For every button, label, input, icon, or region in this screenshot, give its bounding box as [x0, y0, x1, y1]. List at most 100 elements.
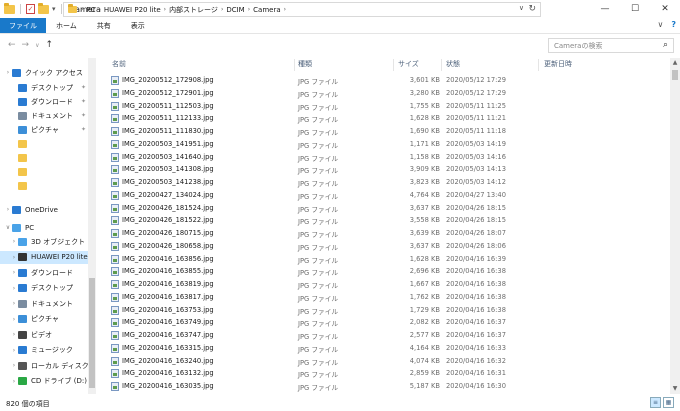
nav-pc-item-5[interactable]: › ピクチャ [0, 313, 92, 326]
nav-pc-item-6[interactable]: › ビデオ [0, 328, 92, 341]
customize-toolbar-icon[interactable]: ▾ [52, 5, 56, 13]
properties-icon[interactable]: ✓ [26, 4, 35, 14]
file-row[interactable]: IMG_20200416_163753.jpg JPG ファイル 1,729 KB 2… [108, 304, 668, 317]
file-row[interactable]: IMG_20200503_141238.jpg JPG ファイル 3,823 KB 2… [108, 176, 668, 189]
jpg-file-icon [111, 318, 119, 328]
maximize-button[interactable]: ☐ [620, 0, 650, 18]
expand-chevron-icon[interactable]: › [4, 69, 12, 76]
nav-quick-item-0[interactable]: デスクトップ ✦ [0, 81, 92, 94]
file-row[interactable]: IMG_20200416_163747.jpg JPG ファイル 2,577 KB 2… [108, 329, 668, 342]
tab-share[interactable]: 共有 [87, 18, 121, 33]
scrollbar-thumb[interactable] [89, 278, 95, 388]
back-icon[interactable]: ← [8, 40, 16, 50]
nav-quick-access[interactable]: › クイック アクセス [0, 66, 92, 79]
file-row[interactable]: IMG_20200416_163817.jpg JPG ファイル 1,762 KB 2… [108, 291, 668, 304]
expand-chevron-icon[interactable]: › [10, 316, 18, 323]
refresh-icon[interactable]: ↻ [528, 4, 536, 14]
nav-pc-item-8[interactable]: › ローカル ディスク (C [0, 359, 92, 372]
minimize-button[interactable]: — [590, 0, 620, 18]
expand-chevron-icon[interactable]: › [10, 347, 18, 354]
expand-chevron-icon[interactable]: › [10, 378, 18, 385]
file-row[interactable]: IMG_20200426_181522.jpg JPG ファイル 3,558 KB 2… [108, 214, 668, 227]
breadcrumb-camera[interactable]: Camera [253, 6, 280, 14]
column-header-modified[interactable]: 更新日時 [544, 59, 572, 69]
file-row[interactable]: IMG_20200416_163315.jpg JPG ファイル 4,164 KB 2… [108, 342, 668, 355]
nav-pc-item-9[interactable]: › CD ドライブ (D:) H [0, 375, 92, 388]
file-row[interactable]: IMG_20200503_141951.jpg JPG ファイル 1,171 KB 2… [108, 138, 668, 151]
nav-pc-item-7[interactable]: › ミュージック [0, 344, 92, 357]
file-name: IMG_20200416_163855.jpg [122, 267, 214, 276]
file-row[interactable]: IMG_20200512_172901.jpg JPG ファイル 3,280 KB 2… [108, 87, 668, 100]
file-row[interactable]: IMG_20200511_112133.jpg JPG ファイル 1,628 KB 2… [108, 112, 668, 125]
nav-pc-item-4[interactable]: › ドキュメント [0, 297, 92, 310]
expand-chevron-icon[interactable]: › [10, 362, 18, 369]
tab-file[interactable]: ファイル [0, 18, 46, 33]
up-icon[interactable]: ↑ [46, 40, 54, 50]
column-header-name[interactable]: 名前 [112, 59, 126, 69]
file-list-scrollbar[interactable]: ▲ ▼ [670, 58, 680, 394]
address-bar[interactable]: › PC › HUAWEI P20 lite › 内部ストレージ › DCIM … [63, 2, 541, 17]
file-row[interactable]: IMG_20200512_172908.jpg JPG ファイル 3,601 KB 2… [108, 74, 668, 87]
breadcrumb-device[interactable]: HUAWEI P20 lite [104, 6, 161, 14]
expand-chevron-icon[interactable]: › [4, 206, 12, 213]
breadcrumb-storage[interactable]: 内部ストレージ [169, 5, 218, 15]
file-row[interactable]: IMG_20200416_163855.jpg JPG ファイル 2,696 KB 2… [108, 265, 668, 278]
file-row[interactable]: IMG_20200416_163240.jpg JPG ファイル 4,074 KB 2… [108, 355, 668, 368]
expand-chevron-icon[interactable]: › [10, 254, 18, 261]
nav-quick-item-5[interactable] [0, 151, 92, 164]
file-row[interactable]: IMG_20200416_163856.jpg JPG ファイル 1,628 KB 2… [108, 253, 668, 266]
expand-chevron-icon[interactable]: › [10, 285, 18, 292]
large-icons-view-icon[interactable]: ▦ [663, 397, 674, 408]
file-row[interactable]: IMG_20200427_134024.jpg JPG ファイル 4,764 KB 2… [108, 189, 668, 202]
nav-pc[interactable]: ∨ PC [0, 221, 92, 234]
nav-quick-item-7[interactable] [0, 179, 92, 192]
expand-chevron-icon[interactable]: › [10, 238, 18, 245]
breadcrumb-pc[interactable]: PC [86, 6, 95, 14]
nav-quick-item-1[interactable]: ダウンロード ✦ [0, 95, 92, 108]
file-row[interactable]: IMG_20200416_163749.jpg JPG ファイル 2,082 KB 2… [108, 316, 668, 329]
expand-chevron-icon[interactable]: › [10, 269, 18, 276]
file-row[interactable]: IMG_20200503_141308.jpg JPG ファイル 3,909 KB 2… [108, 163, 668, 176]
nav-pc-item-1[interactable]: › HUAWEI P20 lite [0, 250, 92, 264]
close-button[interactable]: ✕ [650, 0, 680, 18]
details-view-icon[interactable]: ≡ [650, 397, 661, 408]
nav-quick-item-3[interactable]: ピクチャ ✦ [0, 123, 92, 136]
file-row[interactable]: IMG_20200416_163819.jpg JPG ファイル 1,667 KB 2… [108, 278, 668, 291]
address-dropdown-icon[interactable]: ∨ [519, 4, 524, 12]
nav-scrollbar[interactable] [88, 58, 96, 394]
file-type: JPG ファイル [298, 116, 339, 125]
nav-quick-item-2[interactable]: ドキュメント ✦ [0, 109, 92, 122]
tab-view[interactable]: 表示 [121, 18, 155, 33]
forward-icon[interactable]: → [22, 40, 30, 50]
nav-pc-item-3[interactable]: › デスクトップ [0, 282, 92, 295]
tab-home[interactable]: ホーム [46, 18, 87, 33]
expand-chevron-icon[interactable]: › [10, 300, 18, 307]
nav-pc-item-0[interactable]: › 3D オブジェクト [0, 235, 92, 248]
nav-pc-item-2[interactable]: › ダウンロード [0, 266, 92, 279]
help-icon[interactable]: ? [671, 20, 676, 29]
column-header-size[interactable]: サイズ [398, 59, 419, 69]
nav-quick-item-6[interactable] [0, 165, 92, 178]
column-header-status[interactable]: 状態 [446, 59, 460, 69]
nav-onedrive[interactable]: › OneDrive [0, 203, 92, 216]
file-row[interactable]: IMG_20200416_163132.jpg JPG ファイル 2,859 KB 2… [108, 367, 668, 380]
expand-chevron-icon[interactable]: › [10, 331, 18, 338]
search-box[interactable]: Cameraの検索 ⌕ [548, 38, 674, 53]
nav-quick-item-4[interactable] [0, 137, 92, 150]
file-row[interactable]: IMG_20200503_141640.jpg JPG ファイル 1,158 KB 2… [108, 151, 668, 164]
file-row[interactable]: IMG_20200511_111830.jpg JPG ファイル 1,690 KB 2… [108, 125, 668, 138]
file-row[interactable]: IMG_20200426_180658.jpg JPG ファイル 3,637 KB 2… [108, 240, 668, 253]
breadcrumb-dcim[interactable]: DCIM [226, 6, 244, 14]
file-row[interactable]: IMG_20200416_163035.jpg JPG ファイル 5,187 KB 2… [108, 380, 668, 393]
scrollbar-thumb[interactable] [672, 70, 678, 80]
expand-chevron-icon[interactable]: ∨ [4, 224, 12, 231]
file-row[interactable]: IMG_20200426_181524.jpg JPG ファイル 3,637 KB 2… [108, 202, 668, 215]
scroll-down-icon[interactable]: ▼ [670, 384, 680, 394]
file-row[interactable]: IMG_20200426_180715.jpg JPG ファイル 3,639 KB 2… [108, 227, 668, 240]
file-row[interactable]: IMG_20200511_112503.jpg JPG ファイル 1,755 KB 2… [108, 100, 668, 113]
scroll-up-icon[interactable]: ▲ [670, 58, 680, 68]
column-header-type[interactable]: 種類 [298, 59, 312, 69]
recent-locations-icon[interactable]: ∨ [35, 42, 39, 50]
new-folder-icon[interactable] [38, 2, 49, 14]
expand-ribbon-icon[interactable]: ∨ [658, 20, 664, 29]
